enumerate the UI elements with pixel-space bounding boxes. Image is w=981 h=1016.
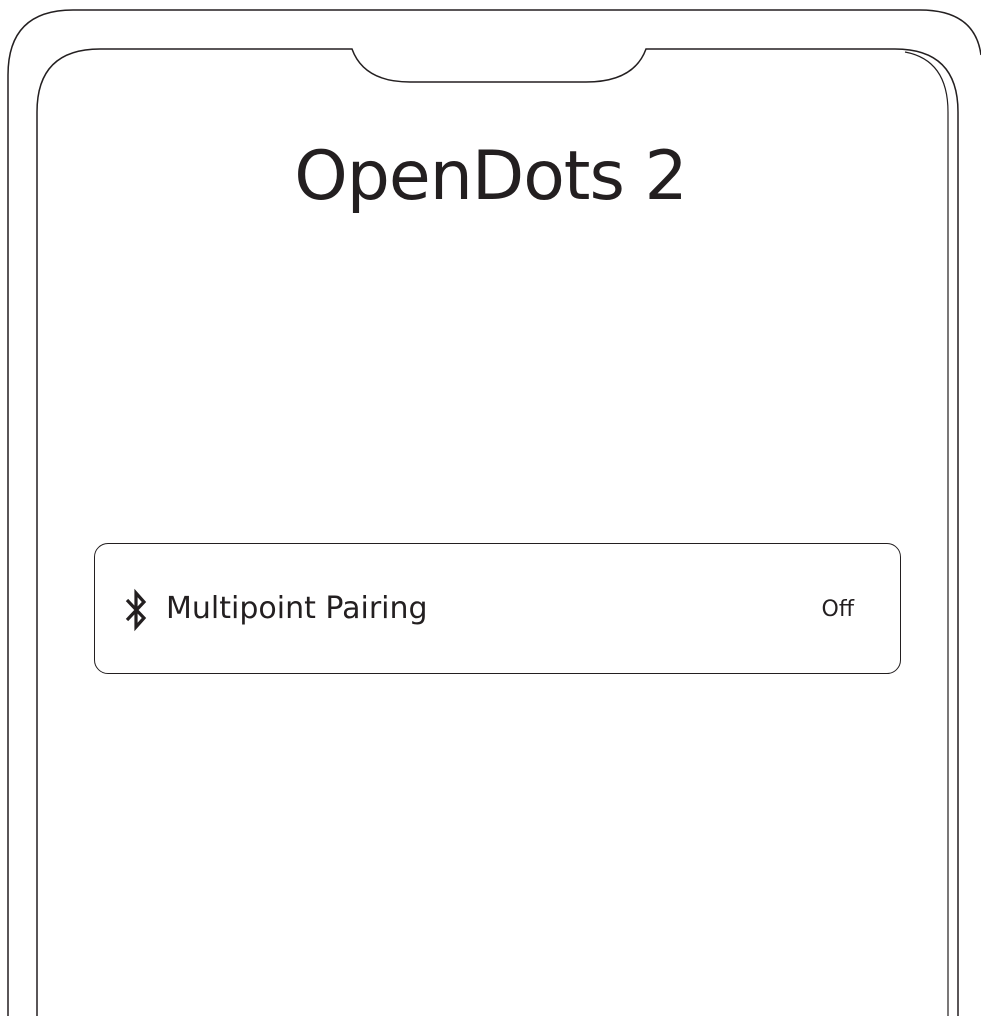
setting-label: Multipoint Pairing (166, 591, 428, 626)
multipoint-pairing-row[interactable]: Multipoint Pairing Off (94, 543, 901, 674)
setting-value: Off (821, 597, 854, 622)
app-title: OpenDots 2 (294, 137, 688, 216)
bluetooth-icon (125, 588, 147, 632)
